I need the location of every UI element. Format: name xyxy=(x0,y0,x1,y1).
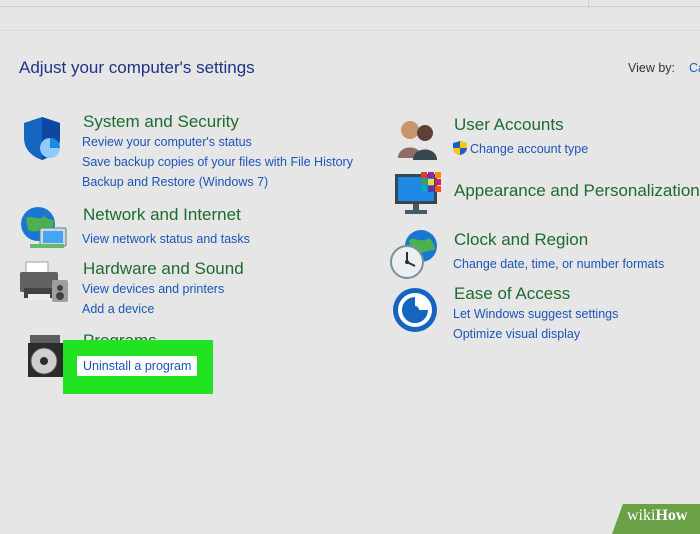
category-clock-region[interactable]: Clock and Region xyxy=(454,230,588,250)
uac-shield-icon xyxy=(453,141,467,155)
link-date-time-formats[interactable]: Change date, time, or number formats xyxy=(453,257,664,271)
ease-of-access-icon xyxy=(393,288,437,332)
category-hardware-sound[interactable]: Hardware and Sound xyxy=(83,259,244,279)
link-devices-printers[interactable]: View devices and printers xyxy=(82,282,224,296)
user-accounts-icon xyxy=(398,121,437,160)
top-divider xyxy=(0,0,700,8)
view-by-label: View by: xyxy=(628,61,676,75)
link-uninstall-program[interactable]: Uninstall a program xyxy=(77,356,198,376)
shield-icon xyxy=(24,117,60,160)
link-add-device[interactable]: Add a device xyxy=(82,302,154,316)
link-change-account-type[interactable]: Change account type xyxy=(470,142,588,156)
clock-globe-icon xyxy=(390,230,437,279)
wikihow-watermark: wikiHow xyxy=(627,507,688,524)
link-backup-restore[interactable]: Backup and Restore (Windows 7) xyxy=(82,175,268,189)
view-by-dropdown[interactable]: Ca xyxy=(689,61,700,75)
category-user-accounts[interactable]: User Accounts xyxy=(454,115,564,135)
header-divider xyxy=(0,30,700,31)
category-network-internet[interactable]: Network and Internet xyxy=(83,205,241,225)
category-appearance-personalization[interactable]: Appearance and Personalization xyxy=(454,181,700,201)
link-file-history[interactable]: Save backup copies of your files with Fi… xyxy=(82,155,353,169)
category-ease-of-access[interactable]: Ease of Access xyxy=(454,284,570,304)
link-windows-suggest-settings[interactable]: Let Windows suggest settings xyxy=(453,307,618,321)
appearance-monitor-icon xyxy=(395,172,441,214)
link-network-status[interactable]: View network status and tasks xyxy=(82,232,250,246)
printer-icon xyxy=(20,261,68,302)
page-title: Adjust your computer's settings xyxy=(19,58,255,77)
link-optimize-visual-display[interactable]: Optimize visual display xyxy=(453,327,580,341)
link-review-status[interactable]: Review your computer's status xyxy=(82,135,252,149)
category-system-security[interactable]: System and Security xyxy=(83,112,239,132)
network-globe-icon xyxy=(21,207,67,248)
